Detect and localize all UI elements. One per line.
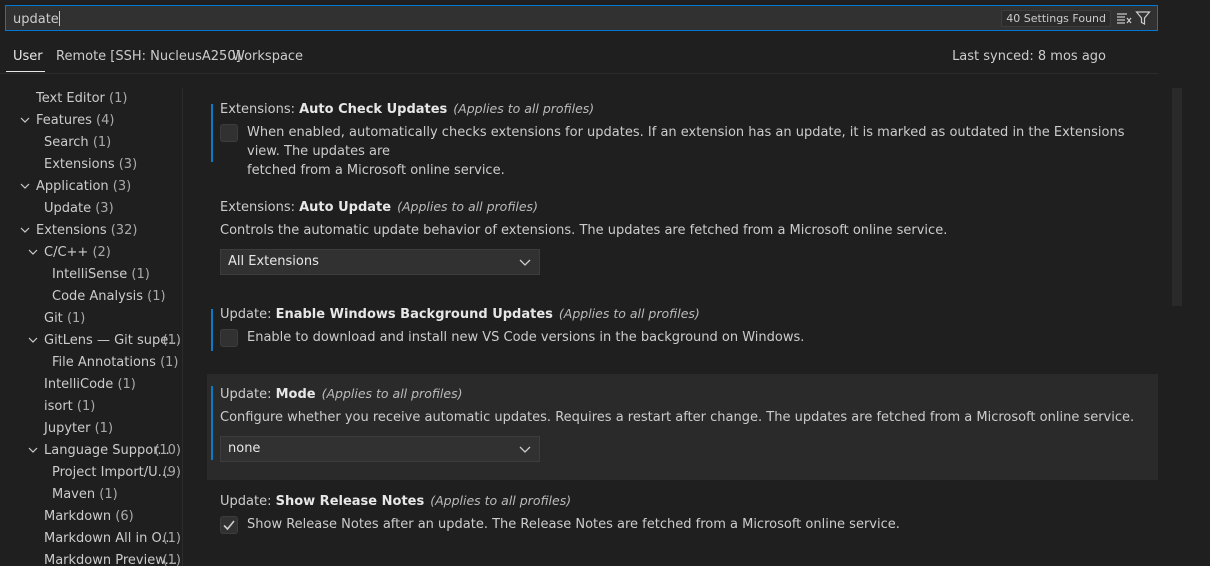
settings-scope-tabs: User Remote [SSH: NucleusA250] Workspace… [0,44,1158,74]
toc-item-intellisense[interactable]: IntelliSense (1) [52,264,150,286]
setting-description: Configure whether you receive automatic … [220,410,1135,425]
chevron-down-icon [519,446,531,453]
toc-item-markdown-all-in-one[interactable]: Markdown All in O... [44,528,174,550]
setting-update-show-release-notes: Update: Show Release Notes (Applies to al… [207,488,1158,548]
toc-item-markdown-preview-count: (1) [162,553,181,566]
setting-title: Extensions: Auto Update (Applies to all p… [220,199,538,215]
toc-item-project-import[interactable]: Project Import/U... [52,462,170,484]
settings-found-badge: 40 Settings Found [1001,10,1111,27]
settings-scrollbar[interactable] [1172,88,1182,306]
chevron-down-icon[interactable] [20,176,30,198]
setting-title: Update: Mode (Applies to all profiles) [220,386,463,402]
toc-item-code-analysis[interactable]: Code Analysis (1) [52,286,166,308]
setting-description: When enabled, automatically checks exten… [247,125,1125,178]
toc-item-update[interactable]: Update (3) [44,198,114,220]
tab-workspace[interactable]: Workspace [232,49,303,64]
toc-item-isort[interactable]: isort (1) [44,396,95,418]
setting-description: Controls the automatic update behavior o… [220,223,948,238]
toc-item-search[interactable]: Search (1) [44,132,111,154]
update-mode-select[interactable]: none [220,436,540,462]
toc-item-features[interactable]: Features (4) [36,110,114,132]
toc-item-markdown-all-in-one-count: (1) [162,531,181,546]
setting-update-mode: Update: Mode (Applies to all profiles) Co… [207,374,1158,480]
chevron-down-icon[interactable] [28,242,38,264]
select-value: All Extensions [228,254,319,269]
select-value: none [228,441,261,456]
chevron-down-icon[interactable] [28,330,38,352]
toc-item-gitlens-count: (1) [162,333,181,348]
toc-item-jupyter[interactable]: Jupyter (1) [44,418,113,440]
setting-update-enable-windows-background-updates: Update: Enable Windows Background Update… [207,301,1158,361]
search-input[interactable]: update [13,11,60,27]
toc-item-project-import-count: (9) [162,465,181,480]
toc-item-application[interactable]: Application (3) [36,176,131,198]
active-tab-indicator [6,71,45,72]
setting-extensions-auto-update: Extensions: Auto Update (Applies to all p… [207,194,1158,284]
toc-item-file-annotations[interactable]: File Annotations (1) [52,352,179,374]
toc-item-gitlens[interactable]: GitLens — Git supe... [44,330,181,352]
toc-item-git[interactable]: Git (1) [44,308,85,330]
filter-icon[interactable] [1135,10,1151,26]
toc-item-markdown[interactable]: Markdown (6) [44,506,134,528]
modified-indicator [211,386,213,460]
toc-item-language-support[interactable]: Language Suppor... [44,440,170,462]
settings-search-box[interactable]: update 40 Settings Found [5,5,1158,31]
toc-item-cpp[interactable]: C/C++ (2) [44,242,111,264]
setting-description: Enable to download and install new VS Co… [247,330,805,345]
chevron-down-icon[interactable] [20,110,30,132]
toc-item-markdown-preview[interactable]: Markdown Preview... [44,550,177,566]
setting-title: Update: Enable Windows Background Update… [220,306,700,322]
toc-item-intellicode[interactable]: IntelliCode (1) [44,374,136,396]
checkmark-icon [223,520,235,531]
auto-update-select[interactable]: All Extensions [220,249,540,275]
clear-filter-icon[interactable] [1116,11,1132,25]
toc-item-language-support-count: (10) [154,443,181,458]
windows-background-updates-checkbox[interactable] [220,329,238,347]
toc-item-features-extensions[interactable]: Extensions (3) [44,154,137,176]
settings-toc: Text Editor (1) Features (4) Search (1) … [0,88,183,566]
chevron-down-icon[interactable] [20,220,30,242]
tab-remote[interactable]: Remote [SSH: NucleusA250] [56,49,241,64]
modified-indicator [211,104,213,162]
tab-user[interactable]: User [13,49,43,64]
setting-title: Update: Show Release Notes (Applies to al… [220,493,572,509]
setting-title: Extensions: Auto Check Updates (Applies t… [220,101,595,117]
setting-extensions-auto-check-updates: Extensions: Auto Check Updates (Applies t… [207,96,1158,178]
last-synced-label: Last synced: 8 mos ago [952,49,1106,64]
toc-item-text-editor[interactable]: Text Editor (1) [36,88,127,110]
chevron-down-icon[interactable] [28,440,38,462]
show-release-notes-checkbox[interactable] [220,516,238,534]
auto-check-updates-checkbox[interactable] [220,124,238,142]
setting-description: Show Release Notes after an update. The … [247,517,900,532]
toc-item-maven[interactable]: Maven (1) [52,484,118,506]
modified-indicator [211,309,213,351]
toc-item-extensions[interactable]: Extensions (32) [36,220,137,242]
chevron-down-icon [519,259,531,266]
